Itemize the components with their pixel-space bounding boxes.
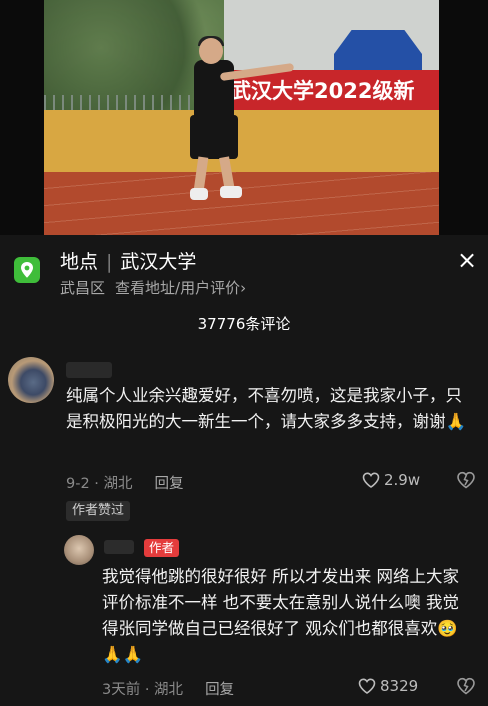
dancer-shoe-left [190,188,208,200]
comment-date-region: 3天前 · 湖北 [102,682,184,698]
dancer-shorts [190,115,238,159]
close-icon[interactable]: × [452,245,482,275]
dislike-button[interactable] [456,471,476,493]
dislike-icon [457,677,475,695]
reply-button[interactable]: 回复 [205,682,234,698]
dancer-head [199,38,223,64]
comment-meta: 9-2 · 湖北 回复 [66,472,184,493]
video-wall [44,110,439,172]
heart-icon [358,678,376,694]
location-header[interactable]: 地点 | 武汉大学 武昌区 查看地址/用户评价› × [0,235,488,305]
location-label: 地点 [60,251,99,273]
username-redacted[interactable] [104,540,134,554]
location-separator: | [106,251,113,273]
author-tag: 作者 [144,539,180,557]
dancer-shoe-right [220,186,242,198]
chevron-right-icon: › [240,279,247,297]
comment-text: 纯属个人业余兴趣爱好，不喜勿喷，这是我家小子，只是积极阳光的大一新生一个，请大家… [66,386,467,431]
comment-date-region: 9-2 · 湖北 [66,476,133,492]
dislike-button[interactable] [456,677,476,699]
username-redacted[interactable] [66,362,112,378]
dislike-icon [457,471,475,489]
location-title[interactable]: 地点 | 武汉大学 [60,247,196,274]
video-tent [334,30,422,70]
video-banner: 武汉大学2022级新 [224,70,439,112]
comments-count: 37776条评论 [197,315,291,333]
location-pin-icon [14,257,40,283]
comment-text: 我觉得他跳的很好很好 所以才发出来 网络上大家评价标准不一样 也不要太在意别人说… [102,567,459,664]
location-district: 武昌区 [60,279,106,297]
video-frame: 武汉大学2022级新 [44,0,439,235]
video-track [44,172,439,235]
like-count: 8329 [380,677,419,695]
comment-meta: 3天前 · 湖北 回复 [102,678,234,699]
like-button[interactable]: 2.9w [362,471,420,489]
author-liked-badge: 作者赞过 [66,501,131,521]
dancer-body [194,60,234,120]
location-link[interactable]: 查看地址/用户评价 [115,279,240,297]
like-count: 2.9w [384,471,421,489]
avatar[interactable] [64,535,94,565]
like-button[interactable]: 8329 [358,677,418,695]
location-subline[interactable]: 武昌区 查看地址/用户评价› [60,277,246,298]
heart-icon [362,472,380,488]
reply-button[interactable]: 回复 [155,476,184,492]
avatar[interactable] [8,357,54,403]
video-player[interactable]: 武汉大学2022级新 [0,0,488,235]
location-name: 武汉大学 [120,251,197,273]
